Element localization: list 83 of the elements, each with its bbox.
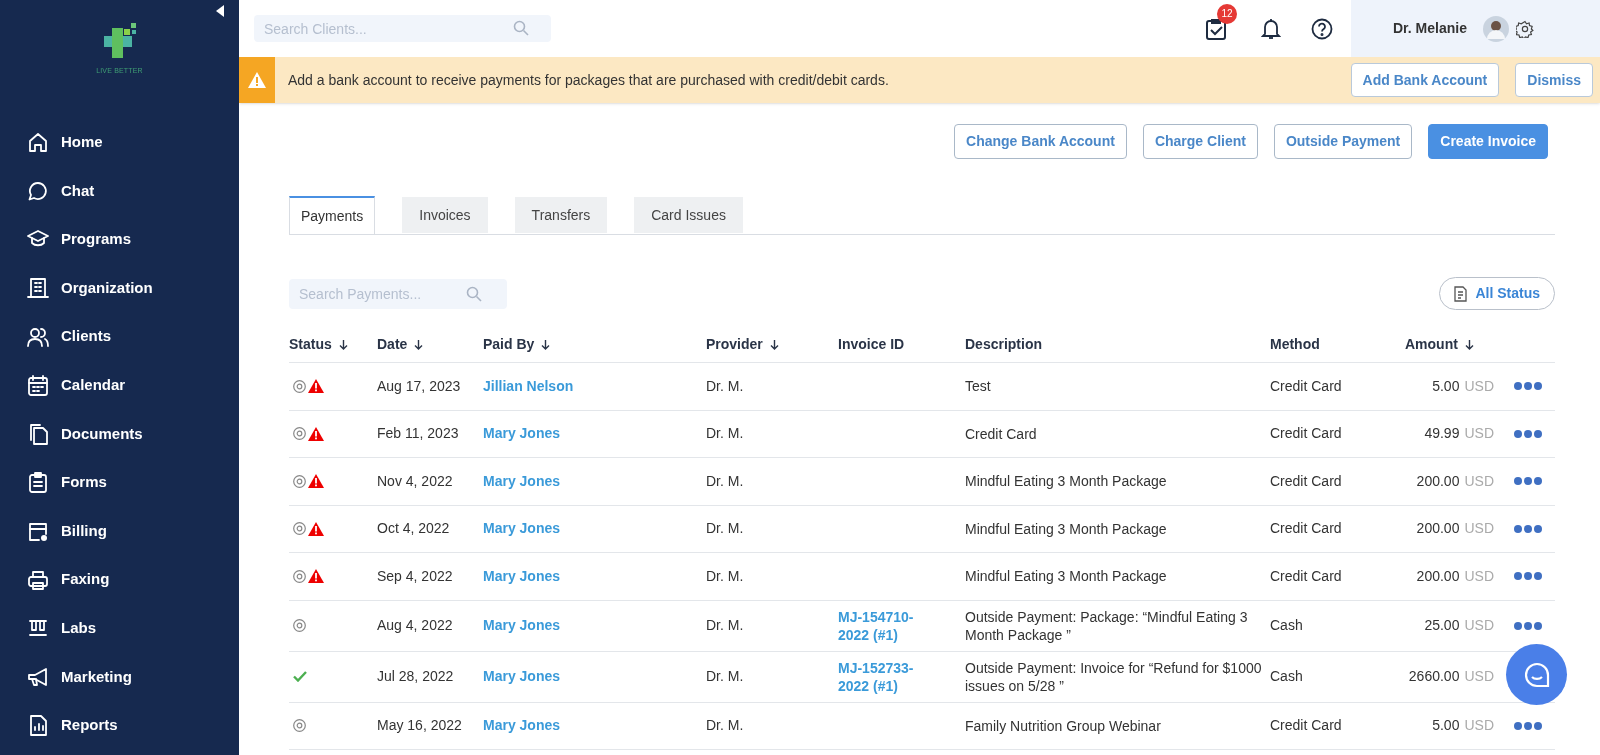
- table-cell-text: Mindful Eating 3 Month Package: [965, 519, 1168, 538]
- column-header[interactable]: Status: [289, 334, 332, 355]
- table-cell-text: Credit Card: [965, 424, 1038, 443]
- currency: USD: [1464, 424, 1494, 444]
- table-cell-text: Test: [965, 377, 992, 396]
- nav-item[interactable]: Chat: [0, 166, 239, 216]
- currency: USD: [1464, 519, 1494, 539]
- table-cell-text: Dr. M.: [706, 716, 745, 736]
- amount: 25.00: [1424, 616, 1460, 635]
- table-cell-text: Cash: [1270, 667, 1304, 686]
- table-cell-text: Dr. M.: [706, 616, 745, 635]
- amount: 2660.00: [1408, 667, 1460, 686]
- amount: 200.00: [1416, 471, 1460, 491]
- table-cell-text: Oct 4, 2022: [377, 519, 451, 539]
- amount: 200.00: [1416, 566, 1460, 586]
- table-cell-text: Credit Card: [1270, 424, 1343, 444]
- table-cell-text: Credit Card: [1270, 376, 1343, 396]
- table-cell-text: Outside Payment: Package: “Mindful Eating 3 Month Package ”: [965, 607, 1249, 644]
- action-button[interactable]: Outside Payment: [1273, 124, 1413, 159]
- table-cell-text: Dr. M.: [706, 519, 745, 539]
- search-field[interactable]: Search Clients...: [254, 15, 551, 42]
- nav-item[interactable]: Reports: [0, 701, 239, 750]
- tab[interactable]: Invoices: [402, 197, 488, 233]
- column-header[interactable]: Description: [965, 334, 1042, 355]
- table-cell-text: Family Nutrition Group Webinar: [965, 716, 1162, 735]
- currency: USD: [1464, 376, 1494, 396]
- currency: USD: [1464, 667, 1494, 686]
- nav-item[interactable]: Programs: [0, 215, 239, 264]
- banner-button[interactable]: Add Bank Account: [1350, 63, 1500, 97]
- nav-item[interactable]: Billing: [0, 506, 239, 556]
- table-cell-text: Jul 28, 2022: [377, 667, 455, 686]
- table-cell-text: Credit Card: [1270, 519, 1343, 539]
- table-cell-text: Outside Payment: Invoice for “Refund for $1000 issues on 5/28 ”: [965, 658, 1263, 695]
- currency: USD: [1464, 716, 1494, 736]
- table-cell-text: Cash: [1270, 616, 1304, 635]
- amount: 5.00: [1432, 376, 1460, 396]
- nav-item[interactable]: Marketing: [0, 652, 239, 702]
- table-cell-text: Mindful Eating 3 Month Package: [965, 567, 1168, 586]
- tab[interactable]: Payments: [289, 196, 376, 235]
- column-header[interactable]: Amount: [1405, 334, 1458, 355]
- amount: 200.00: [1416, 519, 1460, 539]
- banner-button[interactable]: Dismiss: [1515, 63, 1593, 97]
- tab[interactable]: Transfers: [514, 197, 608, 233]
- user-panel[interactable]: Dr. Melanie: [1351, 0, 1600, 57]
- currency: USD: [1464, 471, 1494, 491]
- table-cell-text: Dr. M.: [706, 471, 745, 491]
- column-header[interactable]: Date: [377, 334, 408, 355]
- nav-item[interactable]: Organization: [0, 263, 239, 313]
- nav-item[interactable]: Home: [0, 118, 239, 167]
- nav-item[interactable]: Calendar: [0, 360, 239, 410]
- amount: 49.99: [1424, 424, 1460, 444]
- action-button[interactable]: Charge Client: [1142, 124, 1258, 159]
- tab[interactable]: Card Issues: [634, 197, 743, 233]
- table-cell-text: Credit Card: [1270, 716, 1343, 736]
- table-cell-text: Dr. M.: [706, 376, 745, 396]
- column-header[interactable]: Method: [1270, 334, 1320, 355]
- nav-item[interactable]: Faxing: [0, 555, 239, 604]
- nav-item[interactable]: Documents: [0, 409, 239, 459]
- table-cell-text: Dr. M.: [706, 667, 745, 686]
- currency: USD: [1464, 566, 1494, 586]
- table-cell-text: Dr. M.: [706, 424, 745, 444]
- column-header[interactable]: Paid By: [483, 334, 535, 355]
- table-cell-text: Nov 4, 2022: [377, 471, 454, 491]
- table-cell-text: May 16, 2022: [377, 716, 463, 736]
- table-cell-text: Sep 4, 2022: [377, 566, 454, 586]
- amount: 5.00: [1432, 716, 1460, 736]
- table-cell-text: Aug 17, 2023: [377, 376, 462, 396]
- action-button[interactable]: Change Bank Account: [954, 124, 1127, 159]
- nav-item[interactable]: Forms: [0, 458, 239, 507]
- table-cell-text: Mindful Eating 3 Month Package: [965, 472, 1168, 491]
- nav-item[interactable]: Clients: [0, 312, 239, 361]
- table-cell-text: Dr. M.: [706, 566, 745, 586]
- nav-item[interactable]: Labs: [0, 603, 239, 653]
- search-field[interactable]: Search Payments...: [289, 278, 507, 309]
- table-cell-text: Feb 11, 2023: [377, 424, 460, 444]
- currency: USD: [1464, 616, 1494, 635]
- table-cell-text: Credit Card: [1270, 471, 1343, 491]
- column-header[interactable]: Invoice ID: [838, 334, 905, 355]
- notification-badge: 12: [1217, 3, 1237, 24]
- column-header[interactable]: Provider: [706, 334, 763, 355]
- table-cell-text: Credit Card: [1270, 566, 1343, 586]
- table-cell-text: Aug 4, 2022: [377, 616, 454, 635]
- banner-message: Add a bank account to receive payments for packages that are purchased with credit/debit cards.: [288, 70, 890, 90]
